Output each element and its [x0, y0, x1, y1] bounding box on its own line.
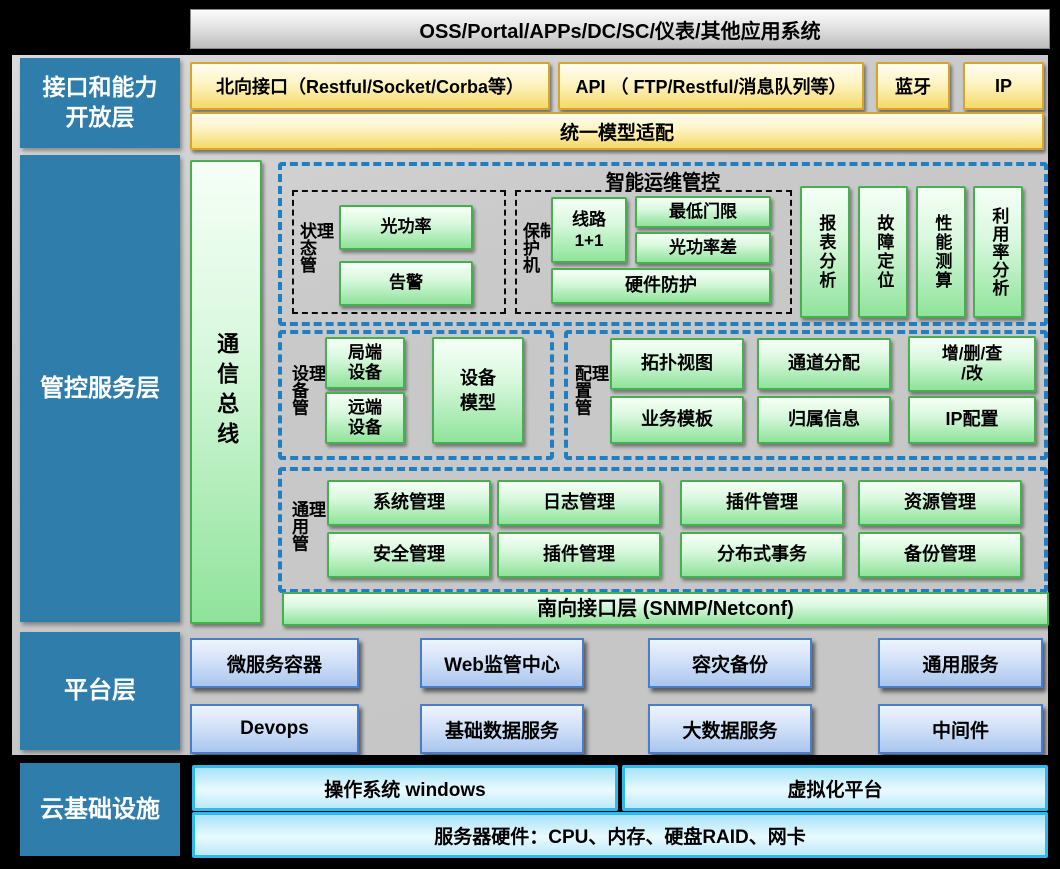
optical-power-box: 光功率: [339, 205, 473, 250]
topology-view-box: 拓扑视图: [610, 338, 744, 390]
device-mgmt-label: 设备管理: [290, 365, 324, 426]
plugin-mgmt-box-2: 插件管理: [497, 532, 661, 578]
device-mgmt-group: 设备管理 局端 设备 远端 设备 设备 模型: [278, 330, 554, 460]
microservice-container-box: 微服务容器: [190, 638, 359, 688]
ip-config-box: IP配置: [908, 396, 1036, 444]
basic-data-service-box: 基础数据服务: [420, 704, 584, 754]
virtualization-platform-box: 虚拟化平台: [622, 765, 1048, 811]
local-device-box: 局端 设备: [325, 337, 405, 389]
middleware-box: 中间件: [878, 704, 1043, 754]
northbound-interface-box: 北向接口（Restful/Socket/Corba等）: [190, 62, 550, 110]
devops-box: Devops: [190, 704, 359, 754]
fault-location-box: 故障定位: [858, 186, 908, 318]
layer-label-platform: 平台层: [20, 632, 180, 750]
security-mgmt-box: 安全管理: [327, 532, 491, 578]
config-mgmt-group: 配置管理 拓扑视图 通道分配 增/删/查 /改 业务模板 归属信息 IP配置: [564, 330, 1048, 460]
system-mgmt-box: 系统管理: [327, 480, 491, 526]
layer-label-interface: 接口和能力 开放层: [20, 58, 180, 148]
remote-device-box: 远端 设备: [325, 392, 405, 444]
log-mgmt-box: 日志管理: [497, 480, 661, 526]
performance-calc-box: 性能测算: [916, 186, 966, 318]
big-data-service-box: 大数据服务: [648, 704, 812, 754]
layer-label-cloud: 云基础设施: [20, 763, 180, 856]
layer-label-control: 管控服务层: [20, 155, 180, 622]
crud-box: 增/删/查 /改: [908, 336, 1036, 392]
config-mgmt-label: 配置管理: [573, 365, 607, 426]
power-diff-box: 光功率差: [635, 232, 771, 264]
service-template-box: 业务模板: [610, 396, 744, 444]
report-analysis-box: 报表分析: [800, 186, 850, 318]
unified-model-bar: 统一模型适配: [190, 112, 1044, 150]
os-windows-box: 操作系统 windows: [192, 765, 618, 811]
device-model-box: 设备 模型: [432, 337, 524, 444]
general-service-box: 通用服务: [878, 638, 1043, 688]
architecture-diagram: OSS/Portal/APPs/DC/SC/仪表/其他应用系统 接口和能力 开放…: [0, 0, 1060, 869]
common-mgmt-group: 通用管理 系统管理 日志管理 插件管理 资源管理 安全管理 插件管理 分布式事务…: [278, 467, 1048, 593]
utilization-analysis-box: 利用率分析: [973, 186, 1023, 318]
protection-label: 保护机制: [521, 222, 555, 282]
smart-ops-group: 智能运维管控 状态管理 光功率 告警 保护机制 线路 1+1 最低门限 光功率差…: [278, 162, 1048, 326]
status-mgmt-label: 状态管理: [298, 222, 332, 282]
api-box: API （ FTP/Restful/消息队列等）: [558, 62, 864, 110]
resource-mgmt-box: 资源管理: [858, 480, 1022, 526]
disaster-recovery-box: 容灾备份: [648, 638, 812, 688]
hardware-protection-box: 硬件防护: [551, 268, 771, 304]
communication-bus: 通信总线: [190, 160, 262, 624]
alarm-box: 告警: [339, 261, 473, 306]
top-systems-bar: OSS/Portal/APPs/DC/SC/仪表/其他应用系统: [190, 9, 1050, 49]
backup-mgmt-box: 备份管理: [858, 532, 1022, 578]
channel-alloc-box: 通道分配: [757, 338, 891, 390]
protection-group: 保护机制 线路 1+1 最低门限 光功率差 硬件防护: [515, 190, 792, 314]
ip-box: IP: [963, 62, 1044, 110]
plugin-mgmt-box: 插件管理: [680, 480, 844, 526]
status-mgmt-group: 状态管理 光功率 告警: [292, 190, 506, 314]
line-1plus1-box: 线路 1+1: [551, 197, 627, 263]
common-mgmt-label: 通用管理: [290, 501, 324, 560]
min-threshold-box: 最低门限: [635, 196, 771, 228]
server-hardware-box: 服务器硬件：CPU、内存、硬盘RAID、网卡: [192, 812, 1048, 858]
southbound-interface-bar: 南向接口层 (SNMP/Netconf): [282, 592, 1049, 626]
bluetooth-box: 蓝牙: [876, 62, 950, 110]
distributed-transaction-box: 分布式事务: [680, 532, 844, 578]
ownership-info-box: 归属信息: [757, 396, 891, 444]
web-monitor-center-box: Web监管中心: [420, 638, 584, 688]
